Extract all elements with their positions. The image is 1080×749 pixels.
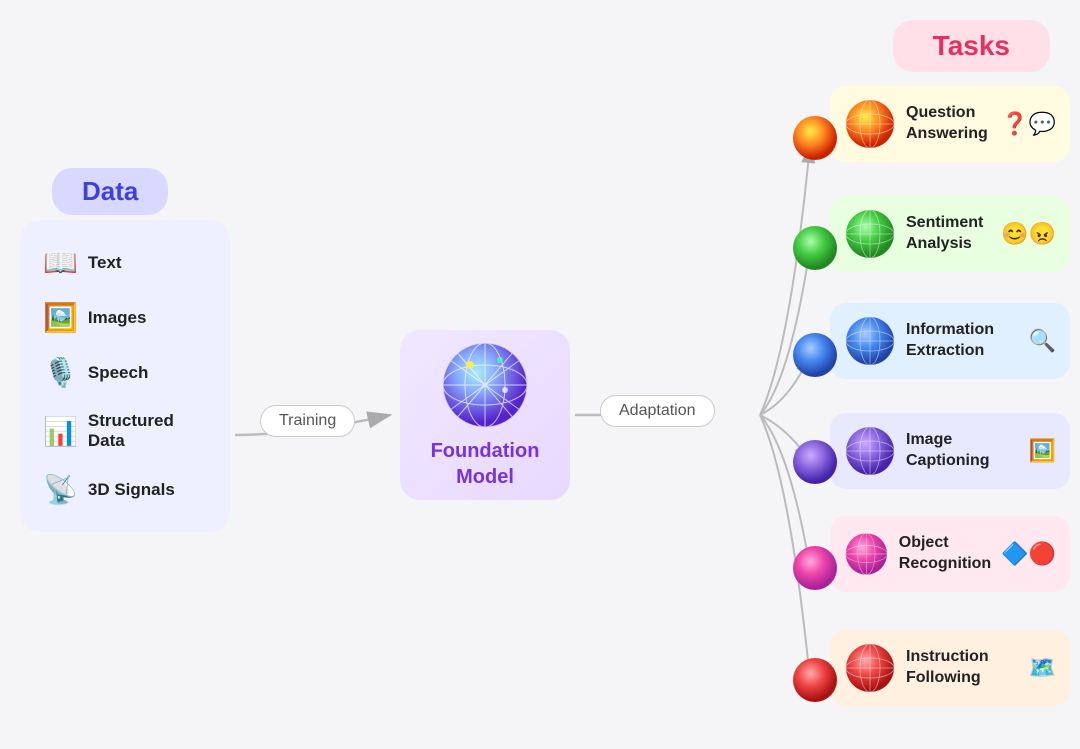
info-label: InformationExtraction <box>906 320 994 362</box>
images-label: Images <box>88 308 147 328</box>
instruction-icons: 🗺️ <box>1029 655 1056 681</box>
tasks-header: Tasks <box>893 20 1050 72</box>
sentiment-ball <box>844 208 896 260</box>
task-card-object: ObjectRecognition 🔷🔴 <box>830 516 1070 592</box>
training-label: Training <box>260 405 355 437</box>
task-card-caption: ImageCaptioning 🖼️ <box>830 413 1070 489</box>
task-card-instruction: InstructionFollowing 🗺️ <box>830 630 1070 706</box>
signals-label: 3D Signals <box>88 480 175 500</box>
task-card-info: InformationExtraction 🔍 <box>830 303 1070 379</box>
instruction-label: InstructionFollowing <box>906 647 989 689</box>
sentiment-icons: 😊😠 <box>1001 221 1056 247</box>
task-card-qa: QuestionAnswering ❓💬 <box>830 86 1070 162</box>
qa-icons: ❓💬 <box>1001 111 1056 137</box>
qa-label: QuestionAnswering <box>906 103 988 145</box>
images-icon: 🖼️ <box>43 301 78 334</box>
structured-label: Structured Data <box>88 411 207 451</box>
caption-label: ImageCaptioning <box>906 430 990 472</box>
object-label: ObjectRecognition <box>899 533 991 575</box>
data-item-structured: 📊 Structured Data <box>35 405 215 457</box>
structured-icon: 📊 <box>43 415 78 448</box>
data-item-text: 📖 Text <box>35 240 215 285</box>
object-ball <box>844 528 889 580</box>
data-item-3d: 📡 3D Signals <box>35 467 215 512</box>
data-item-speech: 🎙️ Speech <box>35 350 215 395</box>
sentiment-label: SentimentAnalysis <box>906 213 983 255</box>
book-icon: 📖 <box>43 246 78 279</box>
data-box: 📖 Text 🖼️ Images 🎙️ Speech 📊 Structured … <box>20 220 230 532</box>
caption-ball <box>844 425 896 477</box>
data-label-text: Data <box>82 176 138 206</box>
foundation-ball <box>440 340 530 430</box>
caption-icons: 🖼️ <box>1029 438 1056 464</box>
adaptation-label: Adaptation <box>600 395 715 427</box>
foundation-model-box: Foundation Model <box>400 330 570 500</box>
foundation-title: Foundation Model <box>400 438 570 490</box>
speech-icon: 🎙️ <box>43 356 78 389</box>
data-section-header: Data <box>52 168 168 215</box>
qa-ball <box>844 98 896 150</box>
instruction-ball <box>844 642 896 694</box>
info-ball <box>844 315 896 367</box>
object-icons: 🔷🔴 <box>1001 541 1056 567</box>
info-icons: 🔍 <box>1029 328 1056 354</box>
speech-label: Speech <box>88 363 148 383</box>
task-card-sentiment: SentimentAnalysis 😊😠 <box>830 196 1070 272</box>
signals-icon: 📡 <box>43 473 78 506</box>
text-label: Text <box>88 253 122 273</box>
data-item-images: 🖼️ Images <box>35 295 215 340</box>
